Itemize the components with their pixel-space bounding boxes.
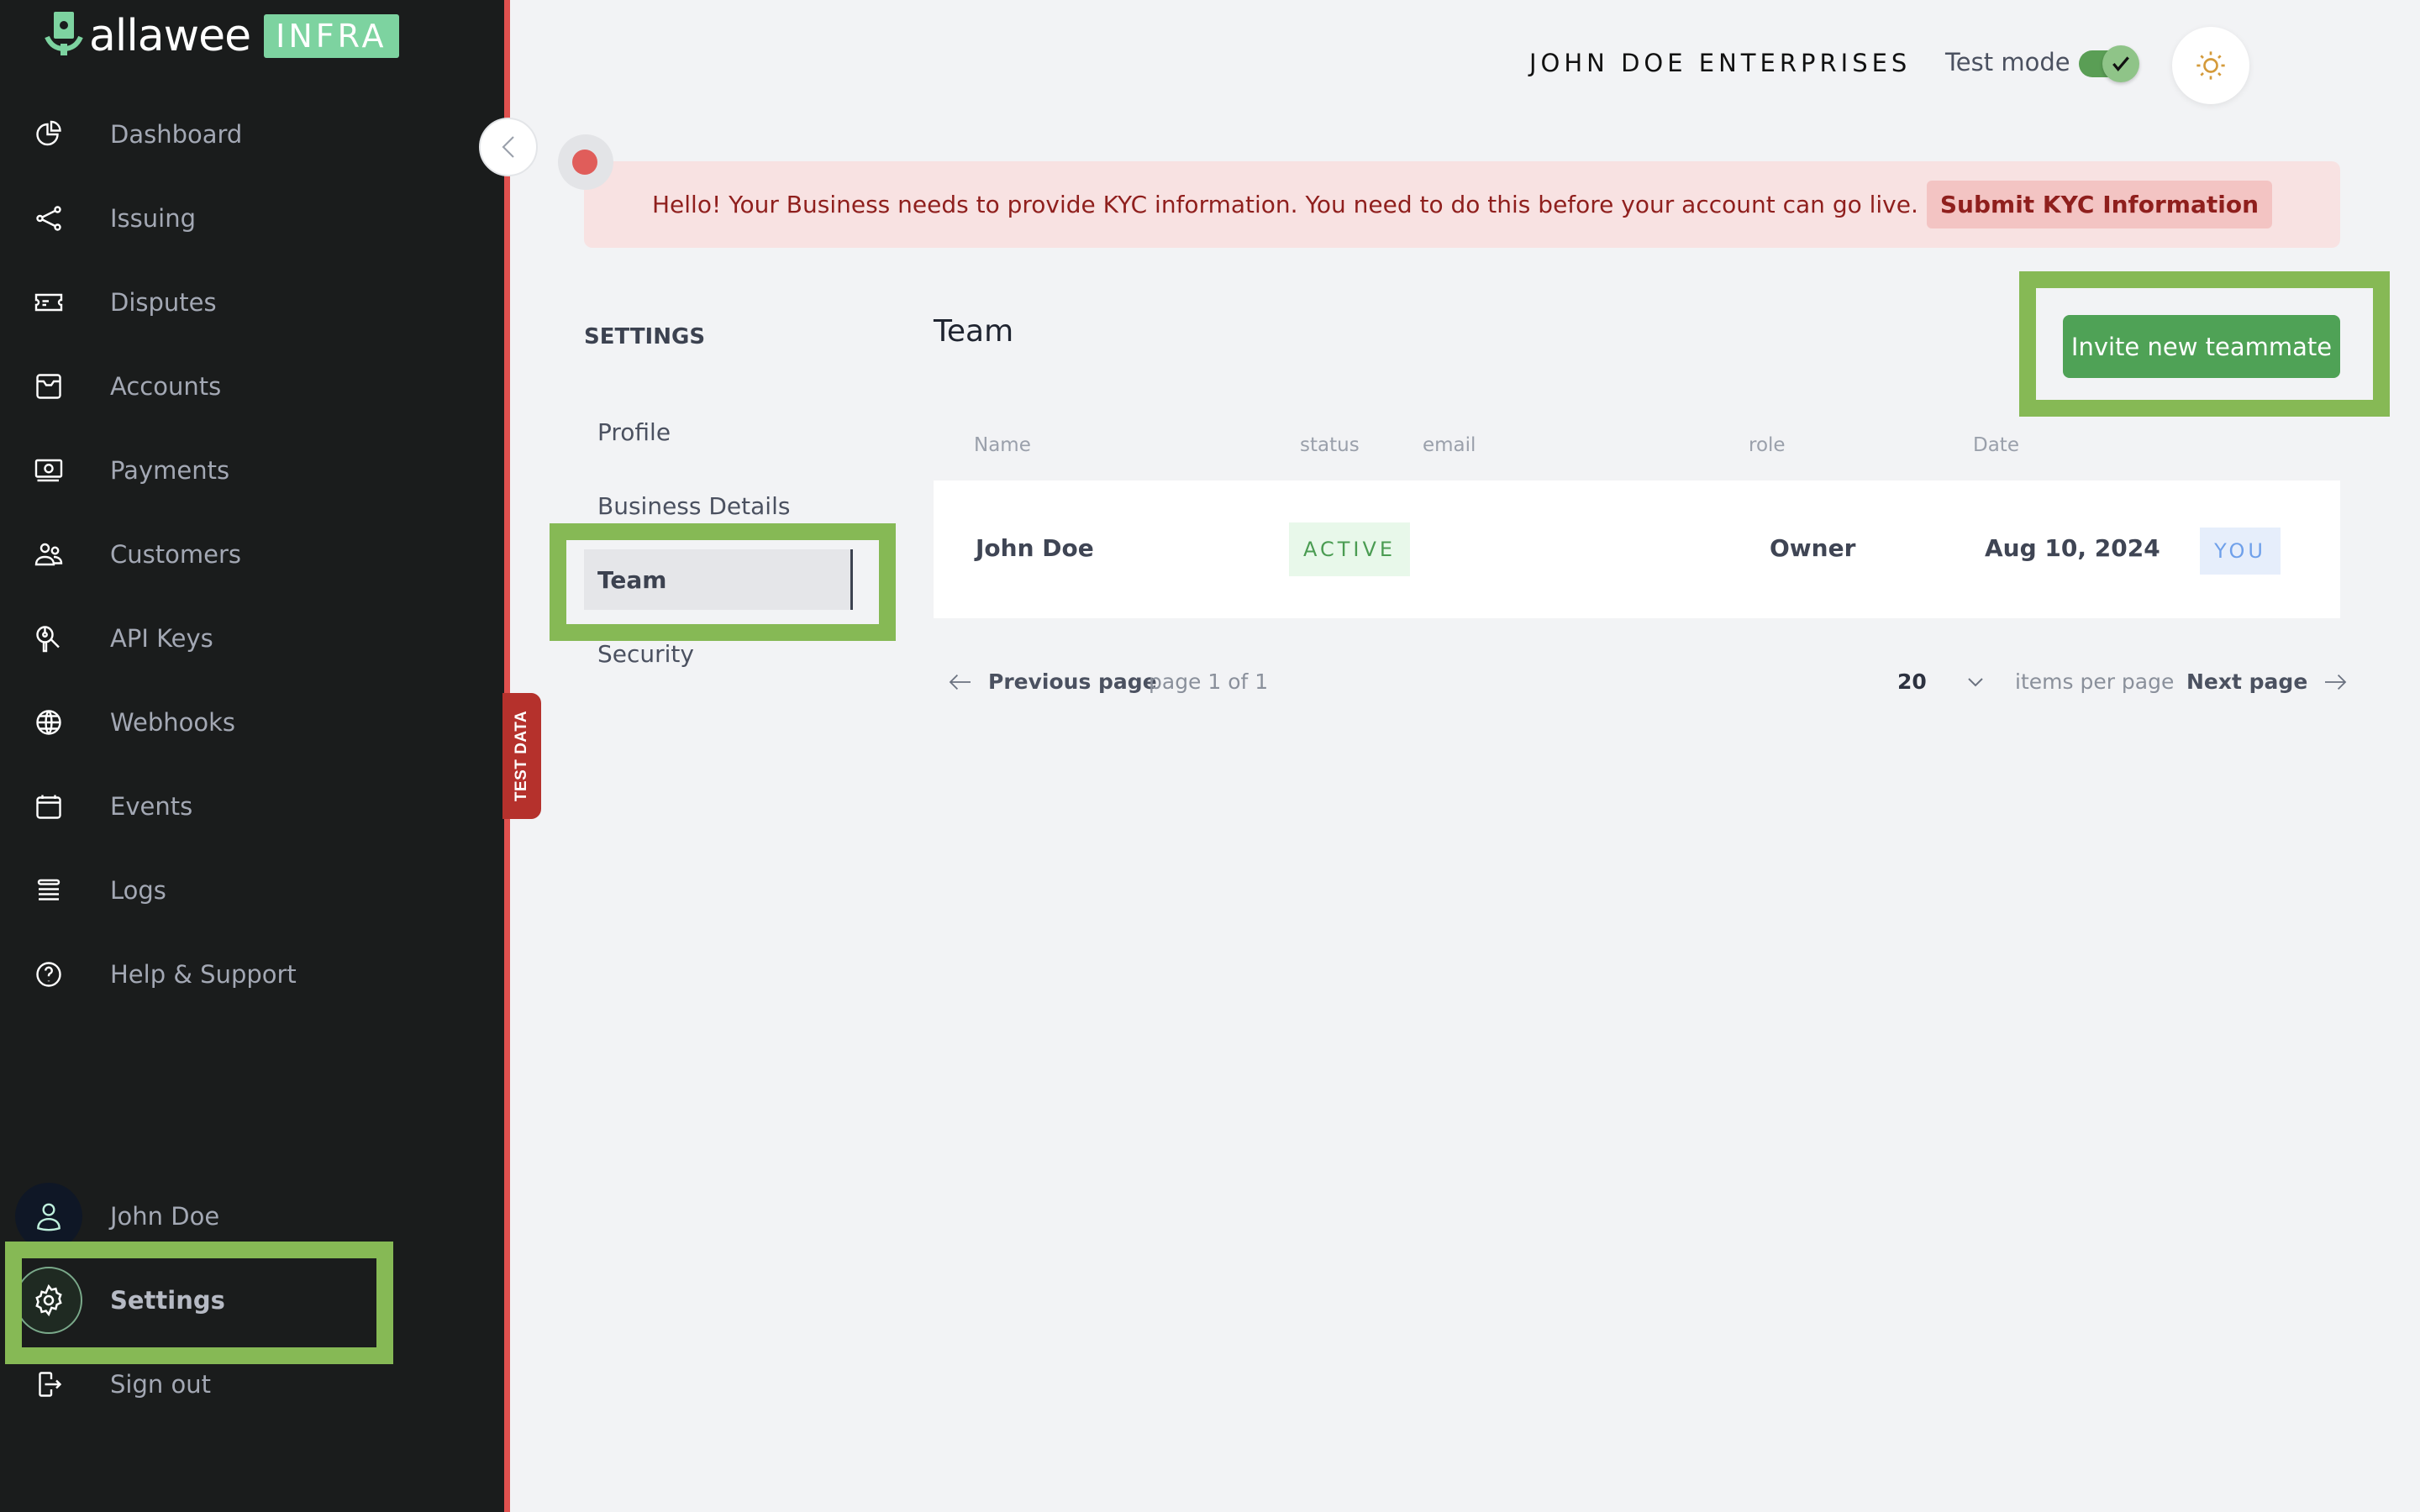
avatar [15,1183,82,1250]
sidebar-item-label: Disputes [110,288,217,317]
sidebar-item-label: API Keys [110,624,213,653]
key-search-icon [32,622,66,655]
logo-wordmark: allawee [89,10,251,61]
member-name: John Doe [976,534,1094,562]
logo-badge: INFRA [264,13,399,58]
settings-nav-profile[interactable]: Profile [584,402,853,462]
settings-highlight-box [5,1242,393,1364]
users-icon [32,538,66,571]
sidebar-item-disputes[interactable]: Disputes [0,273,471,332]
ticket-icon [32,286,66,319]
sidebar-item-label: Events [110,792,193,821]
sign-out-icon [32,1368,66,1401]
column-header-role[interactable]: role [1749,434,1786,456]
submit-kyc-button[interactable]: Submit KYC Information [1926,181,2272,228]
arrow-left-icon [949,674,971,690]
sidebar: allawee INFRA Dashboard Issuing Disputes… [0,0,504,1512]
sidebar-item-label: Help & Support [110,960,297,989]
sidebar-item-payments[interactable]: Payments [0,441,471,500]
inbox-icon [32,370,66,403]
sidebar-item-label: Issuing [110,204,196,233]
test-data-label: TEST DATA [513,710,531,802]
sun-icon [2196,51,2225,80]
sidebar-item-label: Webhooks [110,708,235,737]
sidebar-item-label: Logs [110,876,166,905]
pie-chart-icon [32,118,66,151]
logo-icon [44,10,84,61]
cash-icon [32,454,66,487]
per-page-select[interactable]: 20 [1897,669,1984,694]
test-mode-toggle[interactable] [2079,45,2139,82]
next-page-button[interactable]: Next page [2186,669,2348,694]
test-mode-label: Test mode [1945,48,2070,76]
sidebar-item-label: Customers [110,540,241,569]
collapse-sidebar-button[interactable] [479,118,538,176]
alert-dot-icon [572,150,597,175]
sidebar-item-issuing[interactable]: Issuing [0,189,471,248]
sidebar-item-label: Sign out [110,1370,211,1399]
theme-toggle-button[interactable] [2172,27,2249,104]
sidebar-item-label: Accounts [110,372,222,401]
sidebar-user-name: John Doe [110,1202,220,1231]
sidebar-item-accounts[interactable]: Accounts [0,357,471,416]
previous-page-button[interactable]: Previous page [948,669,1157,694]
logo[interactable]: allawee INFRA [44,10,399,61]
sidebar-item-help[interactable]: Help & Support [0,945,471,1004]
next-page-label: Next page [2186,669,2308,694]
sidebar-item-api-keys[interactable]: API Keys [0,609,471,668]
calendar-icon [32,790,66,823]
sidebar-item-label: Dashboard [110,120,243,149]
kyc-banner-message: Hello! Your Business needs to provide KY… [652,191,1918,218]
list-icon [32,874,66,907]
sidebar-item-logs[interactable]: Logs [0,861,471,920]
per-page-label: items per page [2015,669,2175,694]
sidebar-item-label: Payments [110,456,230,485]
company-name: JOHN DOE ENTERPRISES [1529,49,1912,77]
sidebar-item-events[interactable]: Events [0,777,471,836]
arrow-right-icon [2325,674,2347,690]
chevron-left-icon [502,136,514,158]
share-icon [32,202,66,235]
you-badge: YOU [2200,528,2281,575]
help-icon [32,958,66,991]
column-header-date[interactable]: Date [1973,434,2019,456]
member-role: Owner [1770,534,1856,562]
kyc-banner: Hello! Your Business needs to provide KY… [584,161,2340,248]
column-header-email[interactable]: email [1423,434,1476,456]
team-highlight-box [550,523,896,641]
sidebar-item-customers[interactable]: Customers [0,525,471,584]
column-header-status[interactable]: status [1300,434,1360,456]
check-icon [2102,45,2139,82]
page-title: Team [934,314,1014,349]
column-header-name[interactable]: Name [974,434,1031,456]
globe-icon [32,706,66,739]
settings-title: SETTINGS [584,324,706,349]
user-icon [37,1203,60,1231]
sidebar-item-dashboard[interactable]: Dashboard [0,105,471,164]
test-data-tab[interactable]: TEST DATA [502,693,541,819]
status-badge: ACTIVE [1289,522,1410,576]
chevron-down-icon [1968,677,1983,686]
page-info: page 1 of 1 [1149,669,1269,694]
invite-highlight-box [2019,271,2390,417]
sidebar-user[interactable]: John Doe [0,1183,471,1250]
sidebar-item-webhooks[interactable]: Webhooks [0,693,471,752]
previous-page-label: Previous page [988,669,1157,694]
per-page-value: 20 [1897,669,1927,694]
member-date: Aug 10, 2024 [1985,534,2160,562]
